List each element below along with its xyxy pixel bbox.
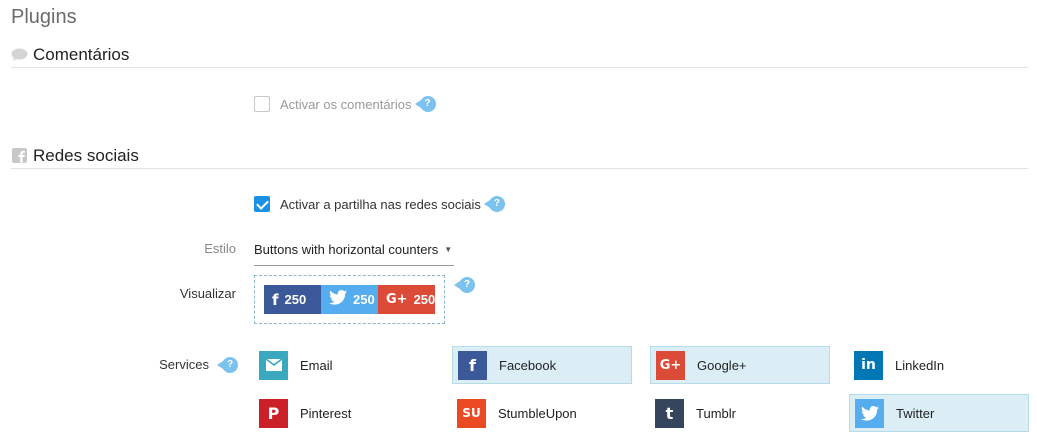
comments-section-title: Comentários (33, 44, 130, 64)
help-icon[interactable]: ? (414, 95, 436, 113)
social-section-title: Redes sociais (33, 145, 139, 165)
comments-enable-label[interactable]: Activar os comentários (280, 97, 412, 112)
service-label: StumbleUpon (498, 405, 577, 421)
service-email[interactable]: Email (254, 346, 434, 384)
preview-label: Visualizar (179, 286, 236, 301)
share-preview: f 250 250 G+ 250 (254, 275, 445, 324)
service-twitter[interactable]: Twitter (849, 394, 1029, 432)
facebook-share-count: 250 (284, 292, 307, 307)
social-enable-checkbox[interactable] (254, 196, 270, 212)
facebook-icon: f (458, 350, 487, 380)
service-google-plus[interactable]: G+ Google+ (650, 346, 830, 384)
service-label: Tumblr (696, 405, 736, 421)
help-icon[interactable]: ? (217, 356, 238, 374)
stumbleupon-icon: SU (457, 398, 486, 428)
comments-enable-row: Activar os comentários ? (254, 95, 436, 113)
social-enable-label[interactable]: Activar a partilha nas redes sociais (280, 197, 481, 212)
twitter-icon (855, 398, 884, 428)
services-label: Services (159, 357, 209, 372)
social-enable-row: Activar a partilha nas redes sociais ? (254, 195, 505, 213)
caret-down-icon: ▼ (444, 244, 453, 254)
pinterest-icon: P (259, 398, 288, 428)
google-plus-icon: G+ (386, 292, 408, 307)
service-label: LinkedIn (895, 357, 945, 373)
comments-enable-checkbox[interactable] (254, 96, 270, 112)
help-icon[interactable]: ? (483, 195, 505, 213)
twitter-share-button[interactable]: 250 (321, 285, 378, 314)
service-label: Facebook (499, 357, 557, 373)
facebook-share-button[interactable]: f 250 (264, 285, 321, 314)
help-icon[interactable]: ? (454, 276, 475, 294)
service-pinterest[interactable]: P Pinterest (254, 394, 434, 432)
style-select-value: Buttons with horizontal counters (254, 241, 439, 257)
service-stumbleupon[interactable]: SU StumbleUpon (452, 394, 632, 432)
linkedin-icon: in (854, 350, 883, 380)
twitter-share-count: 250 (353, 292, 375, 307)
social-section-header: Redes sociais (11, 143, 1028, 169)
tumblr-icon: t (655, 398, 684, 428)
google-plus-icon: G+ (656, 350, 685, 380)
google-plus-share-count: 250 (413, 292, 436, 307)
service-label: Google+ (697, 357, 747, 373)
service-linkedin[interactable]: in LinkedIn (849, 346, 1029, 384)
twitter-icon (329, 290, 347, 309)
email-icon (259, 350, 288, 380)
service-label: Pinterest (300, 405, 352, 421)
facebook-square-icon (11, 147, 28, 164)
google-plus-share-button[interactable]: G+ 250 (378, 285, 435, 314)
service-tumblr[interactable]: t Tumblr (650, 394, 830, 432)
service-label: Email (300, 357, 333, 373)
facebook-icon: f (272, 290, 279, 309)
comments-section-header: Comentários (11, 42, 1028, 68)
service-label: Twitter (896, 405, 935, 421)
page-title: Plugins (11, 6, 77, 28)
speech-bubble-icon (11, 46, 28, 63)
service-facebook[interactable]: f Facebook (452, 346, 632, 384)
style-label: Estilo (204, 241, 236, 256)
style-select[interactable]: Buttons with horizontal counters ▼ (254, 233, 454, 266)
